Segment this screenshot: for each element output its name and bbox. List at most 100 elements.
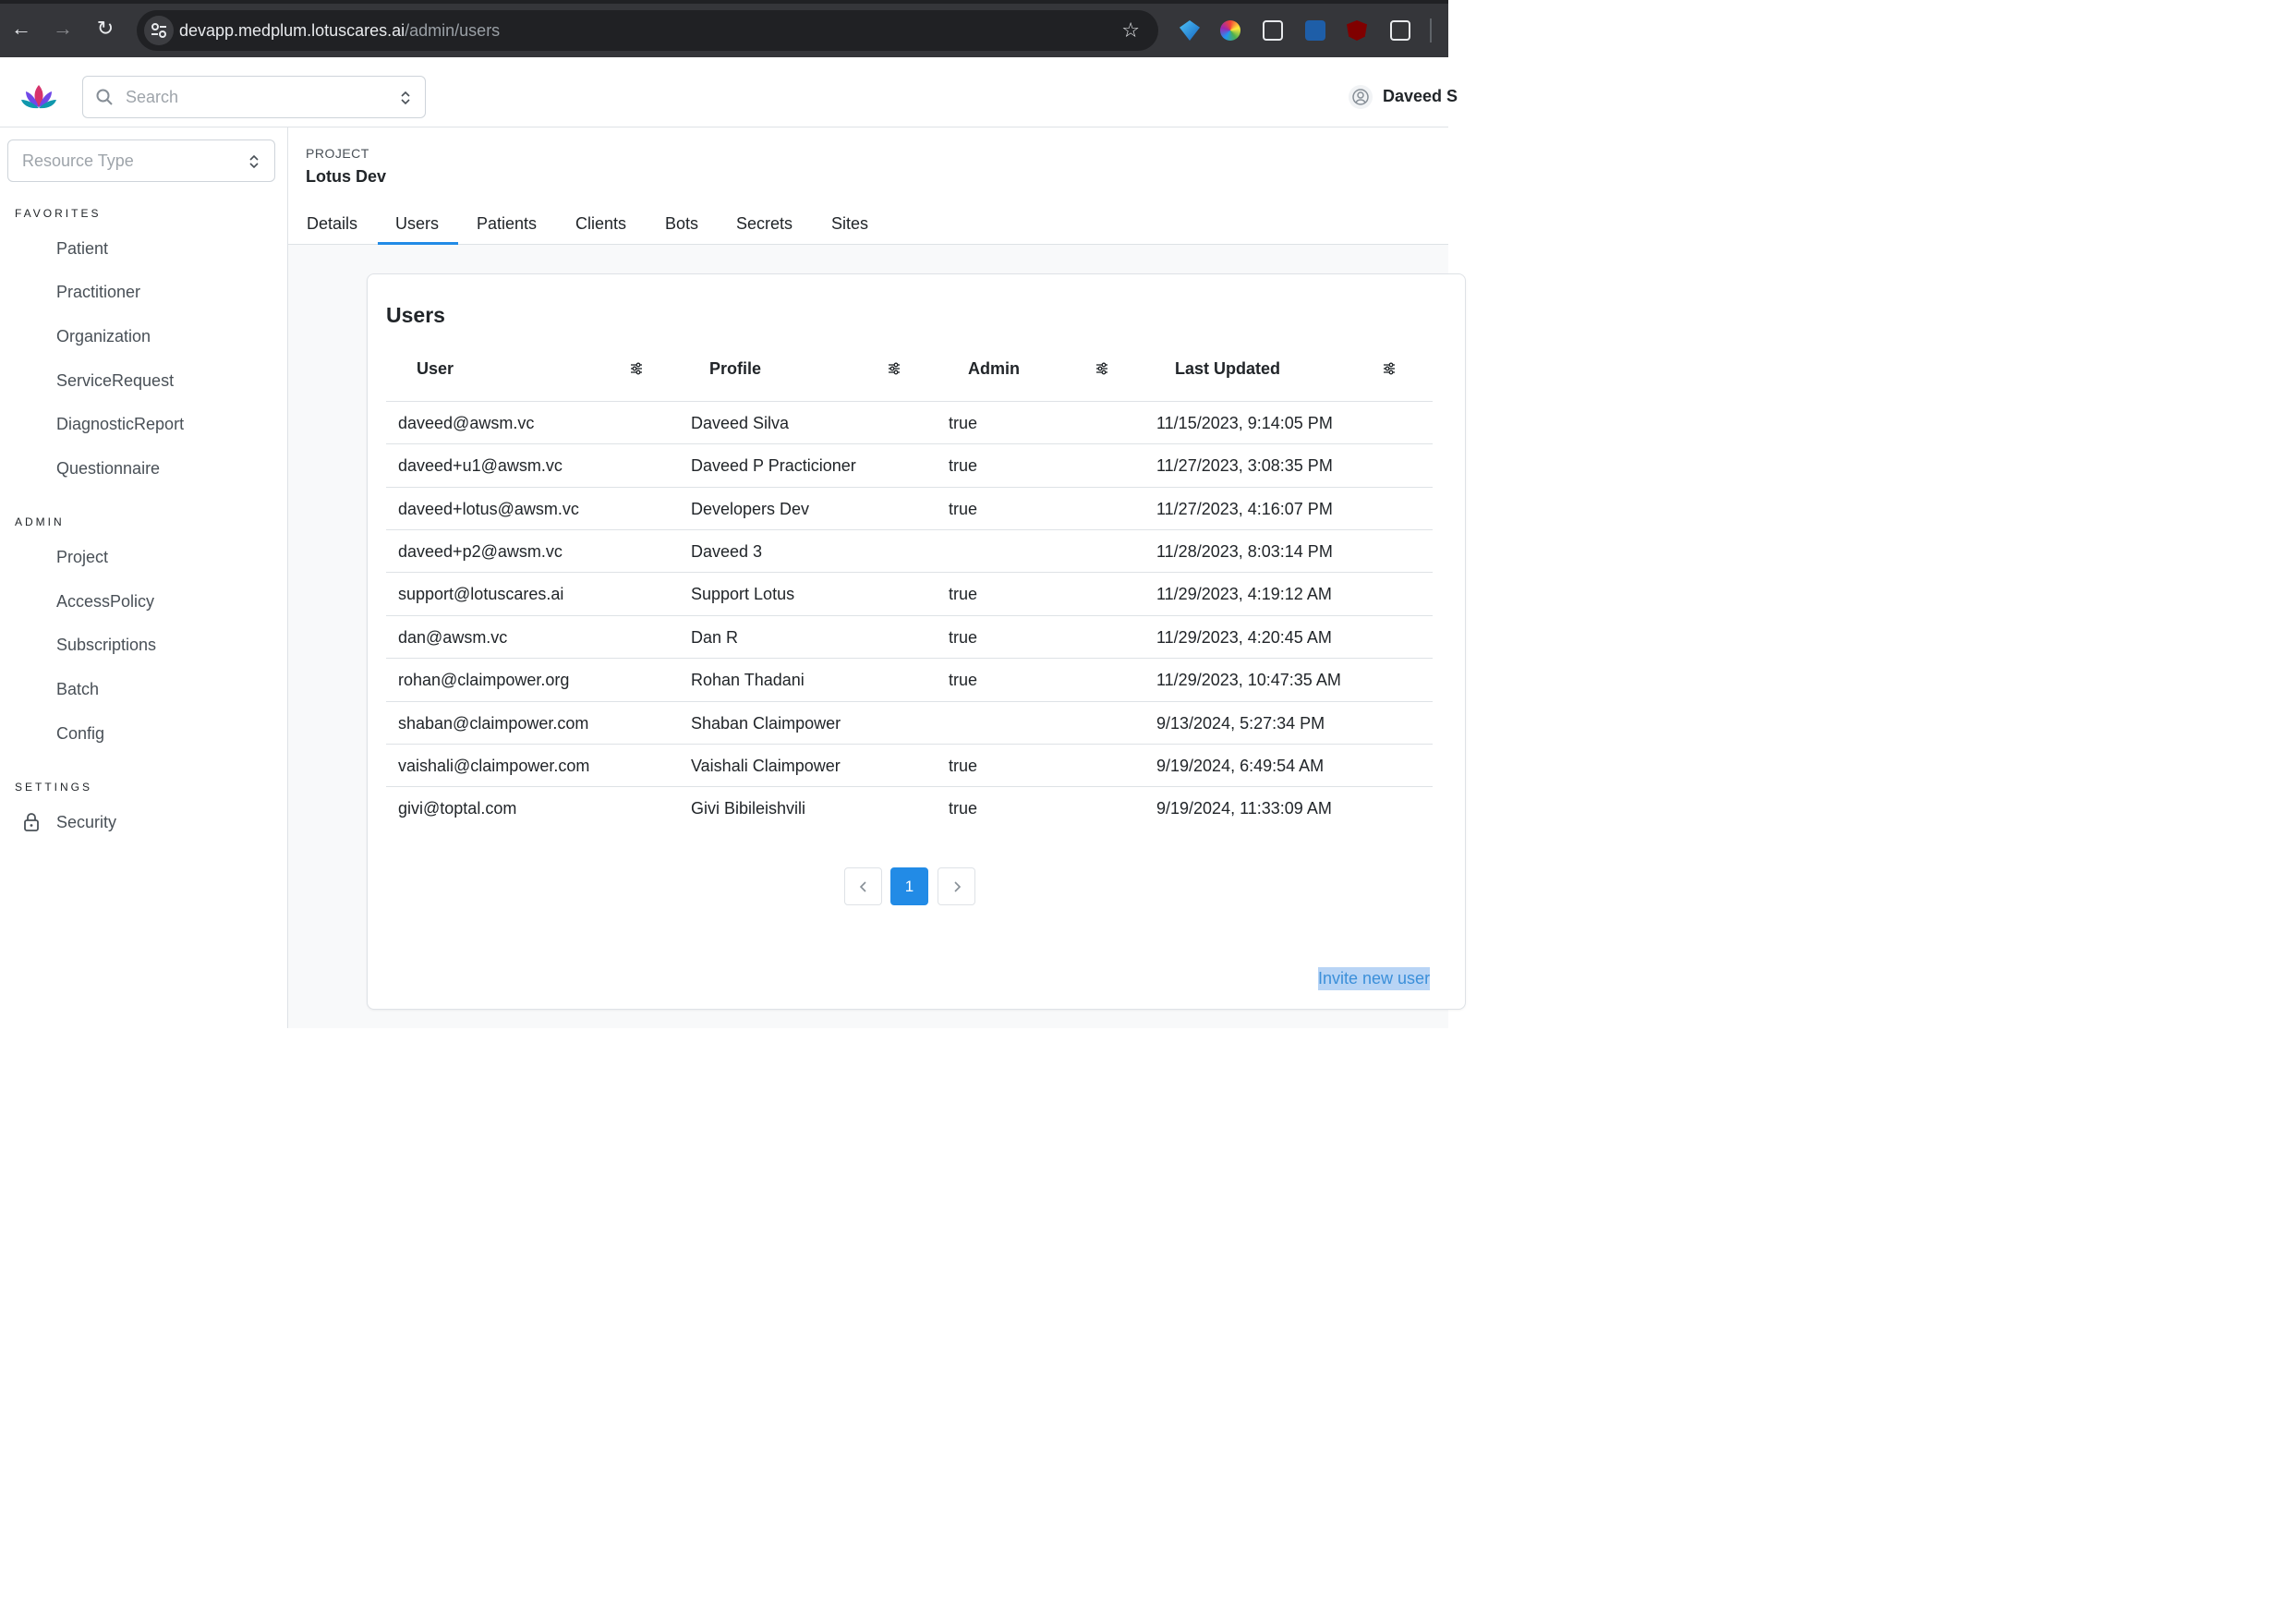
app-header: Search Daveed S: [0, 57, 1458, 127]
table-row[interactable]: dan@awsm.vc Dan R true 11/29/2023, 4:20:…: [386, 615, 1433, 658]
puzzle-extensions-icon[interactable]: [1390, 20, 1410, 41]
cell-user: vaishali@claimpower.com: [398, 757, 590, 775]
sidebar-item-batch[interactable]: Batch: [56, 680, 99, 699]
grid-extension-icon[interactable]: [1263, 20, 1283, 41]
invite-new-user-link[interactable]: Invite new user: [1318, 967, 1431, 990]
cell-user: daveed@awsm.vc: [398, 414, 535, 432]
cell-profile: Support Lotus: [691, 585, 795, 603]
cell-profile: Daveed 3: [691, 542, 763, 561]
sidebar-item-config[interactable]: Config: [56, 724, 104, 744]
url-host: devapp.medplum.lotuscares.ai: [179, 21, 405, 40]
profile-name: Daveed S: [1383, 87, 1458, 105]
cell-user: rohan@claimpower.org: [398, 671, 570, 689]
column-header-last-updated[interactable]: Last Updated: [1175, 359, 1280, 379]
sidebar-item-servicerequest[interactable]: ServiceRequest: [56, 371, 174, 391]
column-header-admin[interactable]: Admin: [968, 359, 1020, 379]
cell-last-updated: 11/15/2023, 9:14:05 PM: [1156, 414, 1333, 432]
cell-admin: true: [949, 628, 978, 647]
cell-user: daveed+p2@awsm.vc: [398, 542, 563, 561]
table-row[interactable]: vaishali@claimpower.com Vaishali Claimpo…: [386, 744, 1433, 786]
admin-heading: ADMIN: [15, 515, 65, 528]
cell-profile: Daveed P Practicioner: [691, 456, 856, 475]
search-placeholder: Search: [126, 88, 179, 106]
lotus-logo-icon[interactable]: [20, 83, 57, 111]
address-bar[interactable]: devapp.medplum.lotuscares.ai/admin/users…: [137, 10, 1158, 51]
sidebar-item-subscriptions[interactable]: Subscriptions: [56, 636, 156, 655]
tab-clients[interactable]: Clients: [575, 214, 626, 234]
sidebar: Resource Type FAVORITES Patient Practiti…: [0, 127, 288, 1028]
cell-admin: true: [949, 456, 978, 475]
cell-last-updated: 9/19/2024, 11:33:09 AM: [1156, 799, 1332, 818]
chevron-updown-icon: [401, 91, 410, 105]
users-card: Users User Profile Admin Last Updated da…: [367, 273, 1466, 1010]
cell-profile: Rohan Thadani: [691, 671, 805, 689]
tab-users[interactable]: Users: [395, 214, 439, 234]
ublock-extension-icon[interactable]: [1347, 20, 1367, 41]
table-row[interactable]: daveed+p2@awsm.vc Daveed 3 11/28/2023, 8…: [386, 529, 1433, 572]
filter-settings-icon[interactable]: [888, 362, 901, 375]
column-header-profile[interactable]: Profile: [709, 359, 761, 379]
sidebar-item-practitioner[interactable]: Practitioner: [56, 283, 140, 302]
cell-last-updated: 11/29/2023, 4:19:12 AM: [1156, 585, 1332, 603]
chevron-right-icon: [954, 881, 962, 892]
users-card-title: Users: [386, 303, 445, 327]
sidebar-item-project[interactable]: Project: [56, 548, 108, 567]
cell-user: daveed+lotus@awsm.vc: [398, 500, 579, 518]
resource-type-select[interactable]: Resource Type: [7, 139, 275, 182]
gem-extension-icon[interactable]: [1180, 20, 1200, 41]
settings-heading: SETTINGS: [15, 781, 93, 794]
site-settings-icon[interactable]: [144, 16, 174, 45]
sidebar-item-questionnaire[interactable]: Questionnaire: [56, 459, 160, 479]
tab-sites[interactable]: Sites: [831, 214, 868, 234]
sidebar-item-organization[interactable]: Organization: [56, 327, 151, 346]
table-row[interactable]: daveed+u1@awsm.vc Daveed P Practicioner …: [386, 443, 1433, 486]
bitwarden-extension-icon[interactable]: [1305, 20, 1325, 41]
cell-last-updated: 11/29/2023, 4:20:45 AM: [1156, 628, 1332, 647]
table-row[interactable]: givi@toptal.com Givi Bibileishvili true …: [386, 786, 1433, 829]
toolbar-divider: [1430, 18, 1432, 42]
url-text: devapp.medplum.lotuscares.ai/admin/users: [179, 21, 500, 41]
table-row[interactable]: support@lotuscares.ai Support Lotus true…: [386, 572, 1433, 614]
tab-patients[interactable]: Patients: [477, 214, 537, 234]
pagination-next-button[interactable]: [938, 867, 975, 905]
table-row[interactable]: rohan@claimpower.org Rohan Thadani true …: [386, 658, 1433, 700]
tab-details[interactable]: Details: [307, 214, 357, 234]
user-avatar-icon: [1349, 85, 1373, 109]
forward-arrow-icon[interactable]: →: [51, 17, 75, 41]
cell-last-updated: 9/13/2024, 5:27:34 PM: [1156, 714, 1325, 733]
cell-profile: Developers Dev: [691, 500, 810, 518]
tab-secrets[interactable]: Secrets: [736, 214, 793, 234]
filter-settings-icon[interactable]: [630, 362, 643, 375]
cell-last-updated: 11/28/2023, 8:03:14 PM: [1156, 542, 1333, 561]
sidebar-item-accesspolicy[interactable]: AccessPolicy: [56, 592, 154, 612]
sidebar-item-diagnosticreport[interactable]: DiagnosticReport: [56, 415, 184, 434]
filter-settings-icon[interactable]: [1095, 362, 1108, 375]
back-arrow-icon[interactable]: ←: [9, 17, 33, 41]
filter-settings-icon[interactable]: [1383, 362, 1396, 375]
pagination-previous-button[interactable]: [844, 867, 882, 905]
cell-last-updated: 9/19/2024, 6:49:54 AM: [1156, 757, 1325, 775]
cell-last-updated: 11/27/2023, 3:08:35 PM: [1156, 456, 1333, 475]
sidebar-item-patient[interactable]: Patient: [56, 239, 108, 259]
cell-admin: true: [949, 671, 978, 689]
table-row[interactable]: shaban@claimpower.com Shaban Claimpower …: [386, 701, 1433, 744]
cell-user: dan@awsm.vc: [398, 628, 508, 647]
table-row[interactable]: daveed@awsm.vc Daveed Silva true 11/15/2…: [386, 401, 1433, 443]
table-row[interactable]: daveed+lotus@awsm.vc Developers Dev true…: [386, 487, 1433, 529]
browser-toolbar: ← → ↻ devapp.medplum.lotuscares.ai/admin…: [0, 0, 1448, 57]
pagination-page-button[interactable]: 1: [890, 867, 928, 905]
cell-user: givi@toptal.com: [398, 799, 517, 818]
sidebar-item-security[interactable]: Security: [56, 813, 116, 832]
project-header: PROJECT Lotus Dev Details Users Patients…: [288, 127, 1448, 245]
bookmark-star-icon[interactable]: ☆: [1121, 18, 1140, 42]
cell-user: daveed+u1@awsm.vc: [398, 456, 563, 475]
cell-admin: true: [949, 799, 978, 818]
search-combobox[interactable]: Search: [82, 76, 426, 118]
cell-last-updated: 11/27/2023, 4:16:07 PM: [1156, 500, 1333, 518]
color-picker-extension-icon[interactable]: [1220, 20, 1240, 41]
tab-bots[interactable]: Bots: [665, 214, 698, 234]
cell-user: shaban@claimpower.com: [398, 714, 589, 733]
cell-last-updated: 11/29/2023, 10:47:35 AM: [1156, 671, 1341, 689]
column-header-user[interactable]: User: [417, 359, 454, 379]
reload-icon[interactable]: ↻: [93, 17, 117, 41]
